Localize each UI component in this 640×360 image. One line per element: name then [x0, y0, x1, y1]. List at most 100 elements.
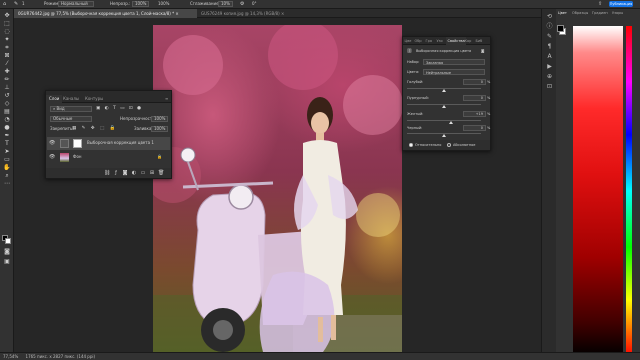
stamp-tool-icon[interactable]: ⊥ [3, 85, 11, 91]
black-slider-knob[interactable] [442, 134, 446, 137]
tab-channels[interactable]: Каналы [60, 95, 82, 103]
layer-filter-select[interactable]: ⌕ Вид [50, 106, 92, 112]
lasso-tool-icon[interactable]: ◌ [3, 29, 11, 35]
move-tool-icon[interactable]: ✥ [3, 13, 11, 19]
share-icon[interactable]: ⇪ [598, 1, 602, 7]
brush-settings-icon[interactable]: ✎ [546, 33, 553, 40]
opacity-input[interactable]: 100% [151, 116, 169, 122]
tab-document-1[interactable]: 0GUR76442.jpg @ 77,5% (Выборочная коррек… [14, 9, 197, 18]
brush-tool-icon[interactable]: ✎ [14, 1, 18, 7]
background-color-swatch[interactable] [5, 238, 11, 244]
clone-source-icon[interactable]: ⊕ [546, 73, 553, 80]
opacity-value[interactable]: 100% [132, 1, 150, 7]
history-brush-tool-icon[interactable]: ↺ [3, 93, 11, 99]
fx-icon[interactable]: ƒ [113, 170, 119, 176]
close-icon[interactable]: × [281, 11, 284, 16]
home-icon[interactable]: ⌂ [3, 1, 6, 7]
pen-tool-icon[interactable]: ✒ [3, 133, 11, 139]
shape-tool-icon[interactable]: ▭ [3, 157, 11, 163]
tab-color[interactable]: Цвет [558, 10, 567, 16]
character-icon[interactable]: A [546, 53, 553, 60]
quick-select-tool-icon[interactable]: ✦ [3, 37, 11, 43]
zoom-tool-icon[interactable]: ⌕ [3, 173, 11, 179]
layer-thumbnail [60, 153, 69, 162]
layer-filter-icons[interactable]: ▣ ◐ T ▭ ⊡ ● [96, 106, 143, 112]
dodge-tool-icon[interactable]: ● [3, 125, 11, 131]
close-icon[interactable]: × [175, 11, 178, 16]
angle-value[interactable]: 0° [252, 1, 257, 7]
layer-row-selective-color[interactable]: 👁 Выборочная коррекция цвета 1 [47, 137, 170, 150]
link-icon[interactable]: ⛓ [104, 170, 110, 176]
document-canvas-photo[interactable] [153, 25, 402, 352]
fill-input[interactable]: 100% [151, 126, 169, 132]
yellow-slider-track[interactable] [407, 120, 481, 121]
visibility-eye-icon[interactable]: 👁 [49, 140, 55, 146]
preset-select[interactable]: Заказная [423, 59, 485, 65]
marquee-tool-icon[interactable]: ⬚ [3, 21, 11, 27]
tab-gradients[interactable]: Градиен [592, 10, 608, 16]
tab-libraries[interactable]: Биб [474, 37, 484, 45]
eyedropper-tool-icon[interactable]: ⁄ [3, 61, 11, 67]
relative-label: Относительно [415, 143, 442, 147]
visibility-eye-icon[interactable]: 👁 [49, 154, 55, 160]
absolute-radio[interactable] [447, 143, 451, 147]
magenta-value-input[interactable]: 0 [463, 95, 486, 101]
info-icon[interactable]: ⓘ [546, 23, 553, 30]
relative-radio[interactable] [409, 143, 413, 147]
quick-mask-icon[interactable]: ◙ [3, 249, 11, 255]
tab-patterns[interactable]: Узо [435, 37, 444, 45]
gear-icon[interactable]: ⚙ [240, 1, 244, 7]
path-select-tool-icon[interactable]: ➤ [3, 149, 11, 155]
cyan-value-input[interactable]: 0 [463, 79, 486, 85]
actions-icon[interactable]: ▶ [546, 63, 553, 70]
blur-tool-icon[interactable]: ◔ [3, 117, 11, 123]
tab-gradients[interactable]: Гра [424, 37, 434, 45]
tab-patterns[interactable]: Узоры [612, 10, 623, 16]
mask-icon[interactable]: ◙ [122, 170, 128, 176]
blend-mode-select[interactable]: Обычные [50, 116, 92, 122]
crop-tool-icon[interactable]: ⌗ [3, 45, 11, 51]
tab-corrections[interactable]: Кор [463, 37, 473, 45]
layer-mask-thumbnail[interactable] [73, 139, 82, 148]
group-icon[interactable]: ▭ [140, 170, 146, 176]
publish-button[interactable]: Публикация [609, 1, 633, 7]
frame-tool-icon[interactable]: ⊠ [3, 53, 11, 59]
colors-select[interactable]: Нейтральные [423, 69, 485, 75]
smoothing-value[interactable]: 10% [218, 1, 233, 7]
hue-slider[interactable] [626, 26, 632, 356]
gradient-tool-icon[interactable]: ▤ [3, 109, 11, 115]
mode-select[interactable]: Нормальный [58, 1, 94, 7]
screen-mode-icon[interactable]: ▣ [3, 259, 11, 265]
healing-tool-icon[interactable]: ✚ [3, 69, 11, 75]
zoom-level[interactable]: 77,54% [3, 354, 18, 359]
more-tools-icon[interactable]: ⋯ [3, 181, 11, 187]
mask-mode-icon[interactable]: ◙ [481, 48, 484, 54]
adjustment-icon[interactable]: ◐ [131, 170, 137, 176]
black-value-input[interactable]: 0 [463, 125, 486, 131]
new-layer-icon[interactable]: ⊞ [149, 170, 155, 176]
eraser-tool-icon[interactable]: ◇ [3, 101, 11, 107]
panel-menu-icon[interactable]: ≡ [162, 95, 171, 103]
color-spectrum-field[interactable] [573, 26, 623, 356]
brush-size-value[interactable]: 1 [22, 1, 25, 7]
history-icon[interactable]: ⟲ [546, 13, 553, 20]
layer-row-background[interactable]: 👁 Фон 🔒 [47, 151, 170, 164]
hand-tool-icon[interactable]: ✋ [3, 165, 11, 171]
navigator-icon[interactable]: ⊡ [546, 83, 553, 90]
paragraph-icon[interactable]: ¶ [546, 43, 553, 50]
tab-document-2[interactable]: GUS76249 копия.jpg @ 14,3% (RGB/8) × [197, 9, 284, 18]
cyan-slider-knob[interactable] [442, 89, 446, 92]
type-tool-icon[interactable]: T [3, 141, 11, 147]
magenta-slider-knob[interactable] [442, 105, 446, 108]
lock-icons[interactable]: ▦ ✎ ✥ ⬚ 🔒 [72, 126, 117, 132]
tab-swatches[interactable]: Обр [413, 37, 423, 45]
flow-value[interactable]: 100% [158, 1, 169, 7]
yellow-slider-knob[interactable] [449, 121, 454, 124]
trash-icon[interactable]: 🗑 [158, 170, 164, 176]
brush-tool-icon[interactable]: ✏ [3, 77, 11, 83]
tab-swatches[interactable]: Образцы [572, 10, 588, 16]
foreground-color-swatch[interactable] [557, 25, 564, 32]
tab-color[interactable]: Цве [403, 37, 413, 45]
tab-paths[interactable]: Контуры [82, 95, 106, 103]
yellow-value-input[interactable]: +19 [463, 111, 486, 117]
